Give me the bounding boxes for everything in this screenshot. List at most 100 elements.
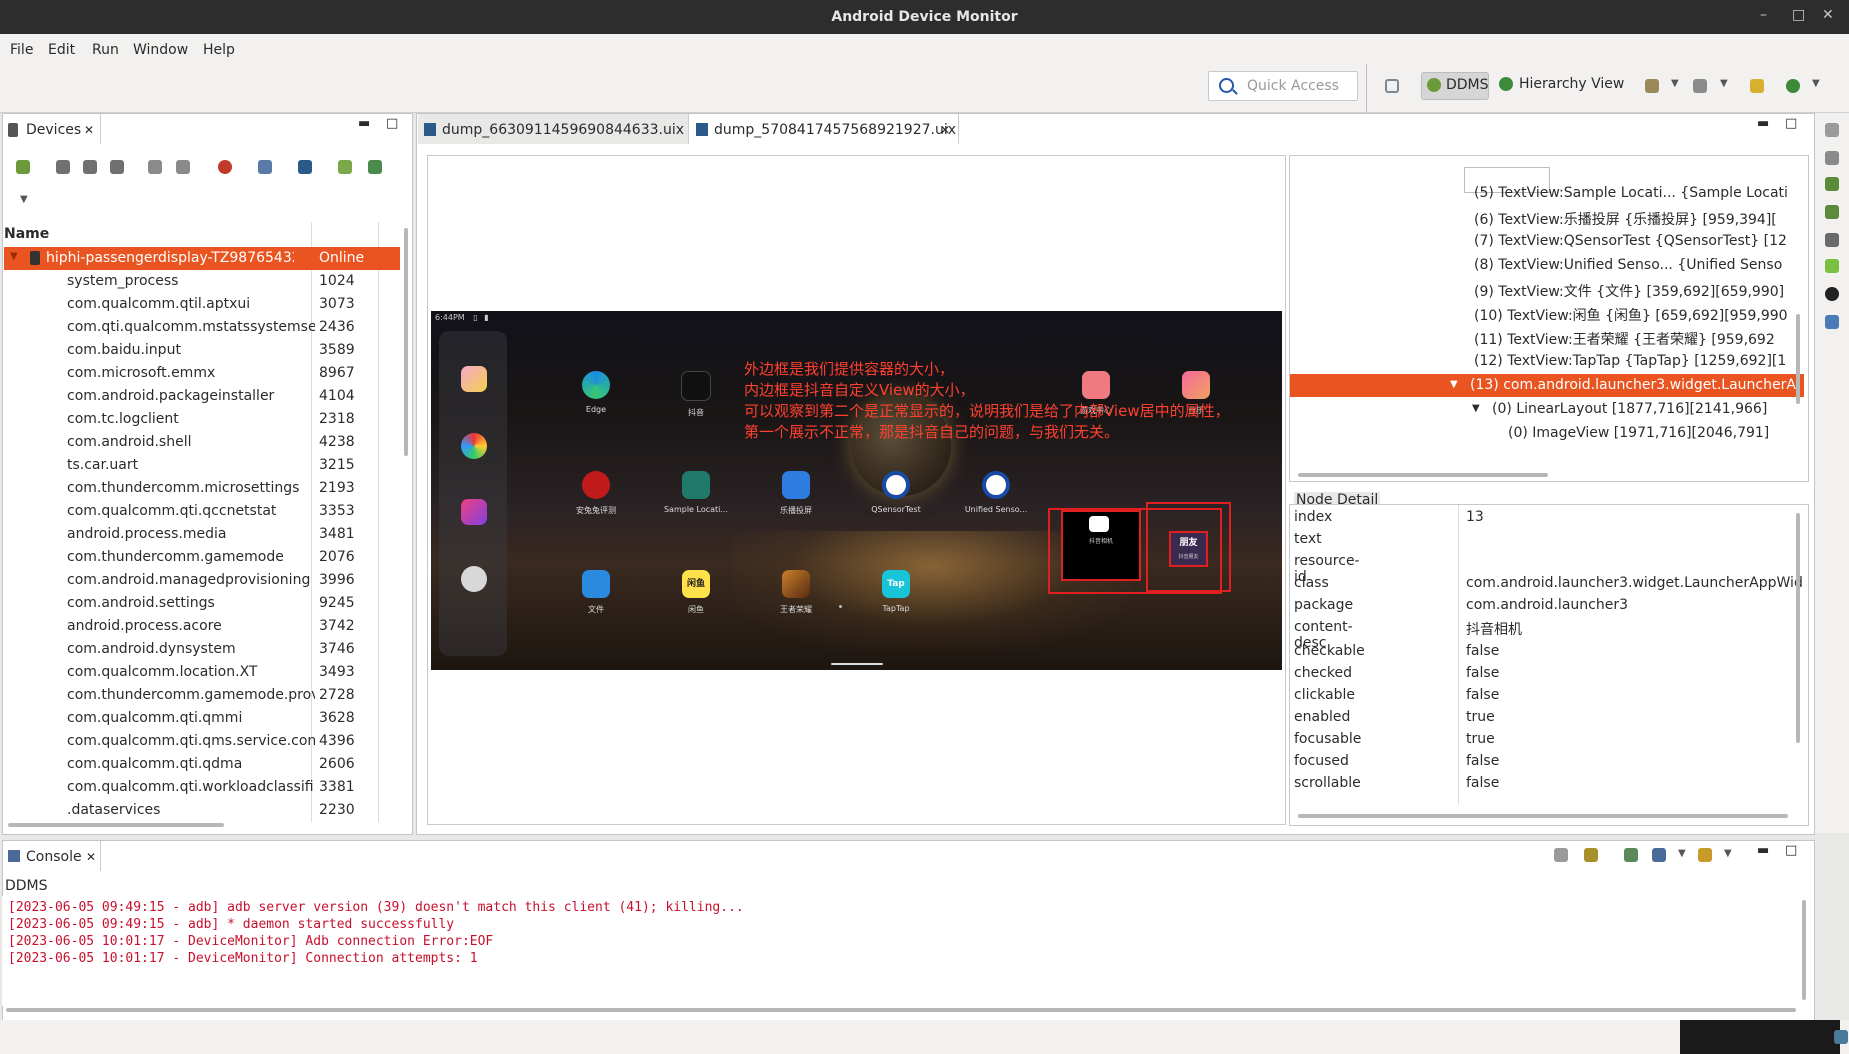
- app-lebo[interactable]: 乐播投屏: [756, 471, 836, 516]
- debug-process-icon[interactable]: [16, 160, 30, 174]
- hierarchy-node[interactable]: (11) TextView:王者荣耀 {王者荣耀} [959,692: [1294, 326, 1794, 349]
- process-row[interactable]: com.qualcomm.qti.qdma 2606: [4, 753, 400, 776]
- method-profiling-icon[interactable]: [176, 160, 190, 174]
- dump-hprof-icon[interactable]: [83, 160, 97, 174]
- hierarchy-node[interactable]: ▼ (0) LinearLayout [1877,716][2141,966]: [1294, 398, 1794, 421]
- menu-window[interactable]: Window: [133, 42, 188, 58]
- app-antutu[interactable]: 安兔兔评测: [556, 471, 636, 516]
- maximize-view-icon[interactable]: □: [386, 116, 398, 131]
- process-row[interactable]: com.thundercomm.gamemode.prov 2728: [4, 684, 400, 707]
- system-info-icon[interactable]: [1825, 315, 1839, 329]
- process-row[interactable]: com.qti.qualcomm.mstatssystemse 2436: [4, 316, 400, 339]
- devices-scrollbar[interactable]: [404, 228, 408, 456]
- process-row[interactable]: ts.car.uart 3215: [4, 454, 400, 477]
- process-row[interactable]: com.android.dynsystem 3746: [4, 638, 400, 661]
- hierarchy-node[interactable]: (0) ImageView [1971,716][2046,791]: [1294, 422, 1794, 445]
- video-app-icon[interactable]: [461, 499, 487, 525]
- tab-devices[interactable]: Devices ✕: [4, 114, 101, 144]
- devices-hscrollbar[interactable]: [8, 823, 224, 827]
- process-row[interactable]: com.microsoft.emmx 8967: [4, 362, 400, 385]
- console-hscrollbar[interactable]: [6, 1008, 1796, 1012]
- device-screenshot[interactable]: 6:44PM ▯ ▮ Edge 抖音 游戏中心 音乐 安兔兔评测 Sample …: [431, 311, 1282, 670]
- systrace-icon[interactable]: [338, 160, 352, 174]
- view-menu-chevron-icon[interactable]: ▼: [20, 194, 28, 205]
- close-icon[interactable]: ✕: [1822, 7, 1834, 23]
- process-row[interactable]: com.android.managedprovisioning 3996: [4, 569, 400, 592]
- process-row[interactable]: com.qualcomm.qti.qmmi 3628: [4, 707, 400, 730]
- quick-access-field[interactable]: Quick Access: [1208, 71, 1358, 101]
- node-detail-hscrollbar[interactable]: [1298, 814, 1788, 818]
- close-tab-icon[interactable]: ✕: [86, 850, 96, 864]
- maximize-view-icon[interactable]: □: [1785, 116, 1797, 131]
- minimize-view-icon[interactable]: ▬: [358, 116, 370, 131]
- widget-camera-inner[interactable]: 抖音相机: [1061, 510, 1141, 581]
- process-row[interactable]: com.tc.logclient 2318: [4, 408, 400, 431]
- hierarchy-node[interactable]: (6) TextView:乐播投屏 {乐播投屏} [959,394][: [1294, 206, 1794, 229]
- process-row[interactable]: com.qualcomm.qtil.aptxui 3073: [4, 293, 400, 316]
- chevron-down-icon[interactable]: ▼: [1671, 78, 1679, 89]
- android-icon[interactable]: [1825, 259, 1839, 273]
- allocation-view-icon[interactable]: [1825, 205, 1839, 219]
- process-row[interactable]: system_process 1024: [4, 270, 400, 293]
- app-sample-location[interactable]: Sample Locati...: [656, 471, 736, 514]
- screen-capture-icon[interactable]: [258, 160, 272, 174]
- expand-toggle-icon[interactable]: ▼: [1450, 379, 1458, 390]
- menu-edit[interactable]: Edit: [48, 42, 75, 58]
- settings-app-icon[interactable]: [461, 566, 487, 592]
- cause-gc-icon[interactable]: [110, 160, 124, 174]
- photos-app-icon[interactable]: [461, 433, 487, 459]
- emulator-control-icon[interactable]: [1825, 287, 1839, 301]
- back-arrow-icon[interactable]: [1750, 79, 1764, 93]
- menu-run[interactable]: Run: [92, 42, 119, 58]
- threads-view-icon[interactable]: [1825, 151, 1839, 165]
- device-screen-icon[interactable]: [1645, 79, 1659, 93]
- display-console-icon[interactable]: [1652, 848, 1666, 862]
- restore-icon[interactable]: [1825, 123, 1839, 137]
- chevron-down-icon[interactable]: ▼: [1720, 78, 1728, 89]
- process-row[interactable]: com.android.shell 4238: [4, 431, 400, 454]
- app-files[interactable]: 文件: [556, 570, 636, 615]
- process-row[interactable]: com.android.packageinstaller 4104: [4, 385, 400, 408]
- hierarchy-scrollbar[interactable]: [1796, 314, 1800, 404]
- maximize-icon[interactable]: □: [1792, 7, 1805, 23]
- hierarchy-node[interactable]: (12) TextView:TapTap {TapTap} [1259,692]…: [1294, 350, 1794, 373]
- layout-icon[interactable]: [1693, 79, 1707, 93]
- trash-icon[interactable]: [1834, 1030, 1848, 1044]
- minimize-icon[interactable]: –: [1760, 7, 1767, 23]
- menu-file[interactable]: File: [10, 42, 33, 58]
- console-scrollbar[interactable]: [1802, 900, 1806, 1000]
- close-tab-icon[interactable]: ✕: [84, 123, 94, 137]
- app-douyin[interactable]: 抖音: [656, 371, 736, 418]
- app-xianyu[interactable]: 闲鱼 闲鱼: [656, 570, 736, 615]
- menu-help[interactable]: Help: [203, 42, 235, 58]
- chevron-down-icon[interactable]: ▼: [1724, 848, 1732, 859]
- maximize-view-icon[interactable]: □: [1785, 843, 1797, 858]
- app-honor-of-kings[interactable]: 王者荣耀: [756, 570, 836, 615]
- hierarchy-node[interactable]: (10) TextView:闲鱼 {闲鱼} [659,692][959,990: [1294, 302, 1794, 325]
- process-row[interactable]: com.android.settings 9245: [4, 592, 400, 615]
- tab-dump-1[interactable]: dump_6630911459690844633.uix: [418, 114, 689, 144]
- close-tab-icon[interactable]: ✕: [940, 123, 950, 137]
- process-row[interactable]: com.qualcomm.qti.workloadclassifi 3381: [4, 776, 400, 799]
- process-row[interactable]: com.qualcomm.qti.qccnetstat 3353: [4, 500, 400, 523]
- scroll-lock-icon[interactable]: [1584, 848, 1598, 862]
- app-qsensortest[interactable]: QSensorTest: [856, 471, 936, 514]
- network-icon[interactable]: [1825, 233, 1839, 247]
- open-perspective-icon[interactable]: [1385, 79, 1399, 93]
- open-console-icon[interactable]: [1698, 848, 1712, 862]
- hierarchy-node[interactable]: (8) TextView:Unified Senso... {Unified S…: [1294, 254, 1794, 277]
- expand-toggle-icon[interactable]: ▼: [10, 251, 18, 262]
- dump-view-hierarchy-icon[interactable]: [298, 160, 312, 174]
- chevron-down-icon[interactable]: ▼: [1678, 848, 1686, 859]
- stop-process-icon[interactable]: [218, 160, 232, 174]
- app-taptap[interactable]: Tap TapTap: [856, 570, 936, 613]
- tab-dump-2[interactable]: dump_5708417457568921927.uix ✕: [690, 114, 959, 144]
- chevron-down-icon[interactable]: ▼: [1812, 78, 1820, 89]
- node-detail-scrollbar[interactable]: [1796, 513, 1800, 743]
- process-row[interactable]: android.process.media 3481: [4, 523, 400, 546]
- app-unified-sensor[interactable]: Unified Senso...: [956, 471, 1036, 514]
- hierarchy-hscrollbar[interactable]: [1298, 473, 1548, 477]
- process-row[interactable]: com.thundercomm.gamemode 2076: [4, 546, 400, 569]
- opengl-trace-icon[interactable]: [368, 160, 382, 174]
- hierarchy-node[interactable]: (9) TextView:文件 {文件} [359,692][659,990]: [1294, 278, 1794, 301]
